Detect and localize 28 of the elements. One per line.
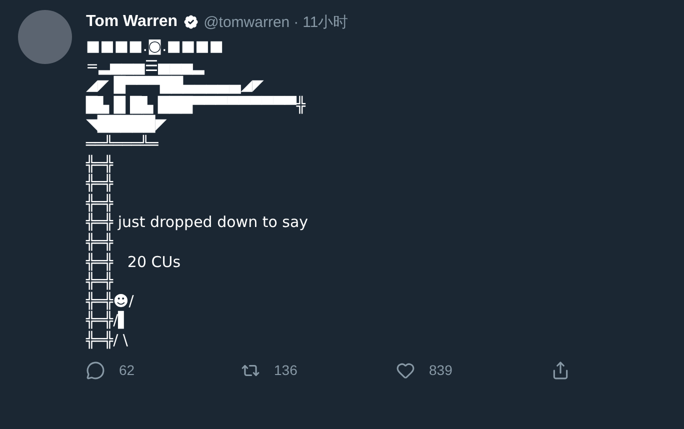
tweet-text-line: ╬═╬ xyxy=(86,174,114,194)
tweet-text-line: █▙ █ █▙ ███▀▀▀▀▀▀▀▀▀╬ xyxy=(86,96,306,115)
tweet-text-line: ■■■■.◙.■■■■ xyxy=(86,37,224,57)
reply-button[interactable]: 62 xyxy=(86,360,241,380)
tweet-text-line: ◢◤ █▀▀▀██▄▄▄▄▄◢◤ xyxy=(86,76,264,96)
like-button[interactable]: 839 xyxy=(396,360,551,380)
tweet-text-line: ╬═╬ xyxy=(86,272,114,292)
tweet-text-line: ╬═╬ xyxy=(86,154,114,174)
verified-badge-icon xyxy=(182,13,200,31)
tweet-text-line: ╬═╬/▌ xyxy=(86,311,130,330)
retweet-button[interactable]: 136 xyxy=(241,360,396,380)
tweet-text-line: ╬═╬ 20 CUs xyxy=(86,252,181,272)
tweet-text-line: ╬═╬ just dropped down to say xyxy=(86,213,308,232)
avatar[interactable] xyxy=(18,10,72,64)
tweet-time[interactable]: 11小时 xyxy=(302,12,348,32)
share-icon xyxy=(551,360,570,380)
author-handle[interactable]: @tomwarren xyxy=(204,14,290,30)
author-name[interactable]: Tom Warren xyxy=(86,13,178,31)
tweet-text-line: ╬═╬/ \ xyxy=(86,330,128,350)
tweet-text-line: ╬═╬ xyxy=(86,232,114,252)
heart-icon xyxy=(396,360,415,380)
speech-bubble-icon xyxy=(86,360,105,380)
tweet-text-line: ══╩═══╩═ xyxy=(86,134,158,154)
tweet-text-line: =▂▅▅▅☰▅▅▅▂ xyxy=(86,56,204,76)
tweet-text-line: ╬═╬☻/ xyxy=(86,292,134,310)
separator: · xyxy=(294,14,299,30)
tweet-text-line: ◥█████◤ xyxy=(86,115,167,134)
tweet-text-line: ╬═╬ xyxy=(86,194,114,212)
